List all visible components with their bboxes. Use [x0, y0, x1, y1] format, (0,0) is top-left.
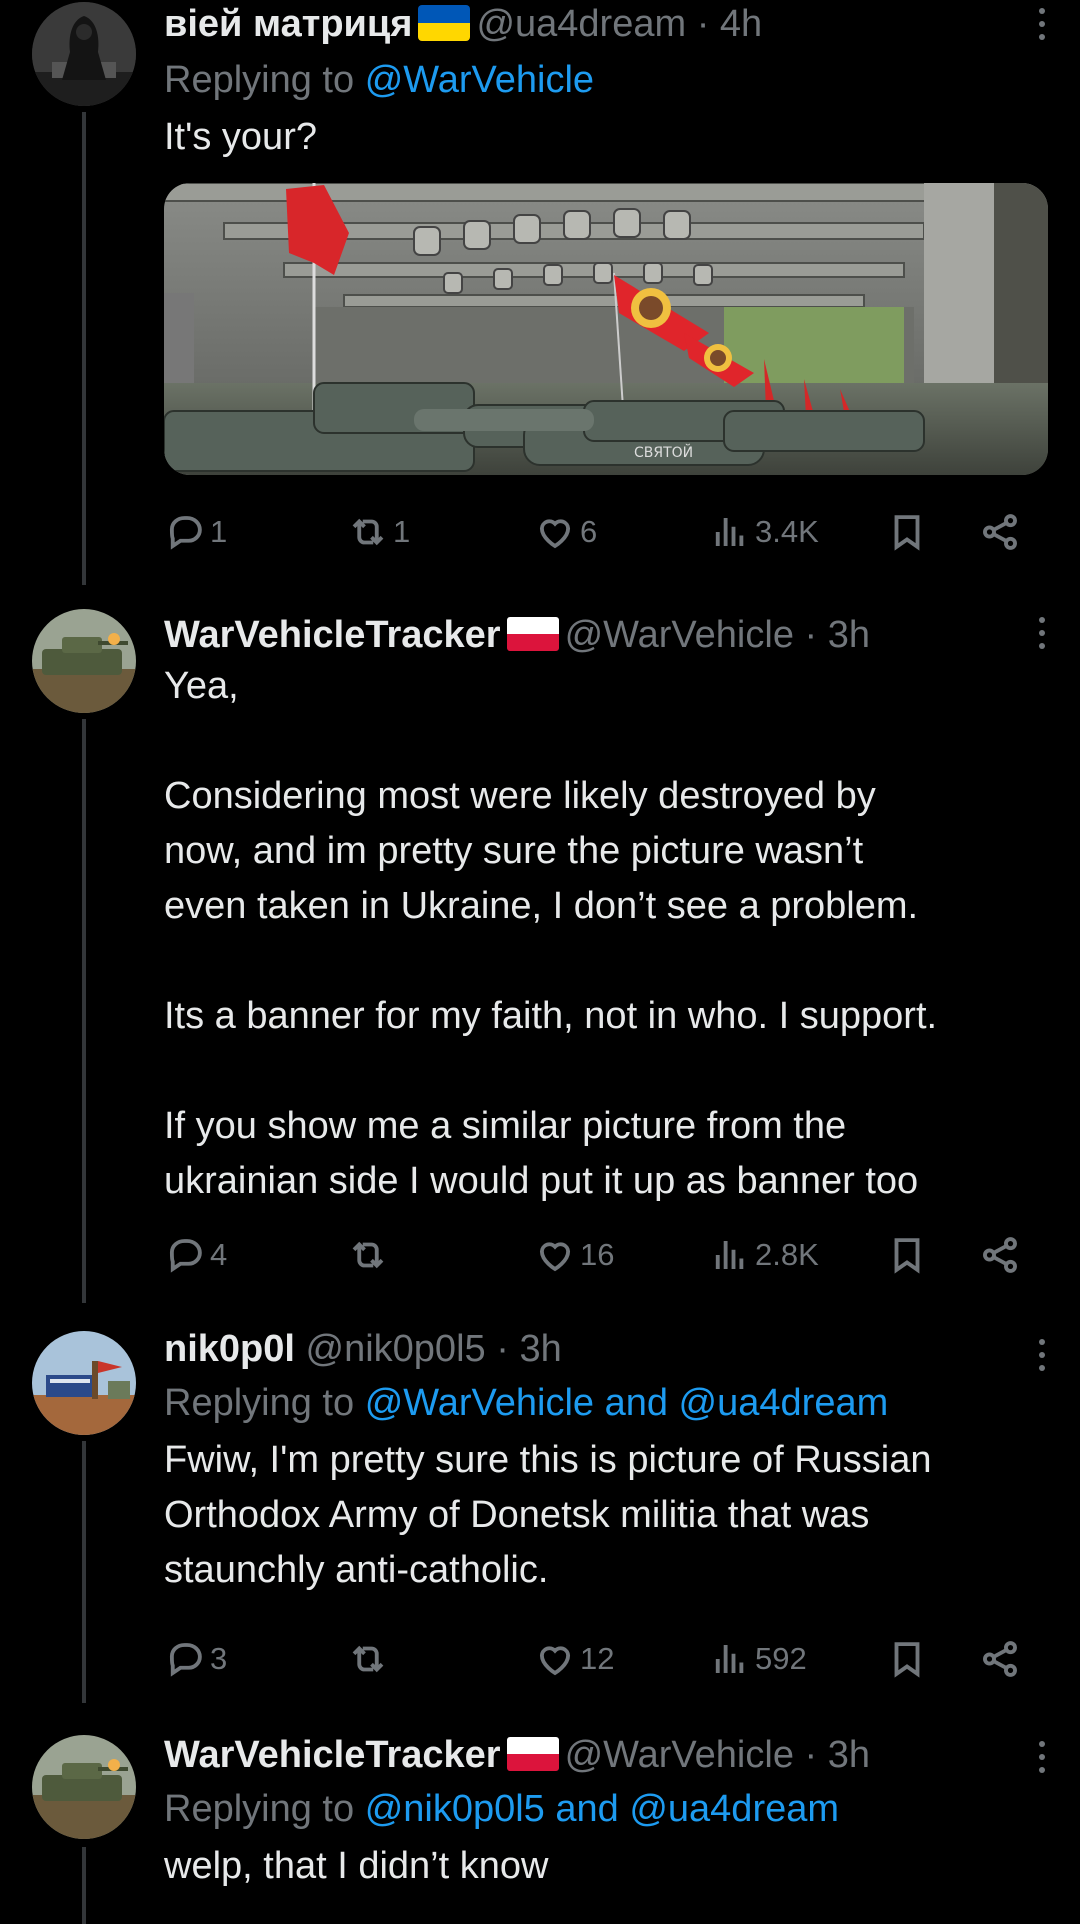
dot-separator: ·	[804, 614, 818, 656]
views-button[interactable]: 3.4K	[709, 507, 819, 557]
reply-button[interactable]: 1	[164, 507, 227, 557]
like-button[interactable]: 16	[534, 1230, 614, 1280]
tweet-text: Fwiw, I'm pretty sure this is picture of…	[164, 1439, 932, 1591]
display-name[interactable]: WarVehicleTracker	[164, 614, 501, 656]
dot-separator: ·	[804, 1734, 818, 1776]
handle[interactable]: @WarVehicle	[565, 1734, 794, 1776]
like-icon	[539, 1242, 571, 1272]
tweet-header: WarVehicleTracker @WarVehicle · 3h	[164, 611, 1050, 659]
replying-link[interactable]: @nik0p0l5 and @ua4dream	[365, 1788, 839, 1830]
action-bar	[164, 1336, 1050, 1386]
more-icon[interactable]	[1036, 617, 1048, 656]
like-button[interactable]: 6	[534, 507, 597, 557]
tweet-4[interactable]: WarVehicleTracker @WarVehicle · 3h Replyi…	[0, 1703, 1080, 1924]
share-icon	[983, 514, 1017, 550]
repost-button[interactable]: 1	[347, 507, 410, 557]
views-icon	[715, 1645, 744, 1673]
replying-prefix: Replying to	[164, 1788, 355, 1830]
repost-button[interactable]	[347, 1634, 393, 1684]
tweet-1[interactable]: віей матриця @ua4dream · 4h Replying to @…	[0, 0, 1080, 585]
poland-flag	[506, 617, 559, 651]
action-bar-row: 3 12 592	[164, 1634, 1050, 1684]
replying-to: Replying to @nik0p0l5 and @ua4dream	[164, 1781, 1050, 1837]
bookmark-button[interactable]	[886, 1230, 932, 1280]
repost-icon	[352, 1241, 384, 1269]
avatar[interactable]	[32, 609, 136, 713]
display-name[interactable]: віей матриця	[164, 3, 412, 45]
handle[interactable]: @ua4dream	[476, 3, 686, 45]
reply-button[interactable]: 4	[164, 1230, 227, 1280]
views-icon	[715, 518, 744, 546]
ukraine-flag	[418, 5, 471, 41]
action-bar: 1 1 6 3.4K	[164, 507, 1050, 557]
more-icon[interactable]	[1036, 1741, 1048, 1780]
reply-count: 4	[210, 1237, 228, 1272]
share-button[interactable]	[979, 507, 1025, 557]
action-bar: 4 16 2.8K	[164, 1230, 1050, 1280]
views-icon	[715, 1241, 744, 1269]
dot-separator: ·	[696, 3, 710, 45]
reply-button[interactable]: 3	[164, 1634, 227, 1684]
thread-line	[82, 1847, 86, 1924]
tank-sign-text: СВЯТОЙ	[634, 443, 693, 461]
bookmark-icon	[894, 515, 920, 551]
bookmark-icon	[894, 1238, 920, 1274]
replying-link[interactable]: @WarVehicle and @ua4dream	[365, 1382, 889, 1424]
tweet-2[interactable]: WarVehicleTracker @WarVehicle · 3h Yea, C…	[0, 585, 1080, 1303]
thread-line	[82, 1441, 86, 1703]
thread-line	[82, 112, 86, 585]
reply-icon	[169, 516, 202, 550]
replying-to: Replying to @WarVehicle	[164, 52, 1050, 108]
views-button[interactable]: 592	[709, 1634, 807, 1684]
like-icon	[539, 1646, 571, 1676]
thread-line	[82, 719, 86, 1303]
avatar[interactable]	[32, 1735, 136, 1839]
bookmark-button[interactable]	[886, 1634, 932, 1684]
views-count: 3.4K	[755, 514, 819, 549]
like-icon	[539, 519, 571, 549]
replying-link[interactable]: @WarVehicle	[365, 59, 594, 101]
like-count: 6	[580, 514, 598, 549]
handle[interactable]: @WarVehicle	[565, 614, 794, 656]
poland-flag	[506, 1737, 559, 1771]
tweet-text: welp, that I didn’t know	[164, 1845, 549, 1887]
avatar[interactable]	[32, 1331, 136, 1435]
more-icon[interactable]	[1036, 8, 1048, 47]
tweet-3[interactable]: nik0p0l @nik0p0l5 · 3h Replying to @WarV…	[0, 1303, 1080, 1703]
bookmark-icon	[894, 1642, 920, 1678]
share-icon	[983, 1641, 1017, 1677]
views-button[interactable]: 2.8K	[709, 1230, 819, 1280]
repost-icon	[352, 518, 384, 546]
like-count: 12	[580, 1641, 615, 1676]
reply-icon	[169, 1643, 202, 1677]
repost-icon	[352, 1645, 384, 1673]
display-name[interactable]: WarVehicleTracker	[164, 1734, 501, 1776]
views-count: 592	[755, 1641, 807, 1676]
avatar[interactable]	[32, 2, 136, 106]
tweet-image[interactable]: СВЯТОЙ	[164, 183, 1048, 475]
tweet-text: It's your?	[164, 116, 317, 158]
reply-count: 1	[210, 514, 228, 549]
reply-icon	[169, 1239, 202, 1273]
timestamp[interactable]: 3h	[828, 614, 870, 656]
like-count: 16	[580, 1237, 615, 1272]
bookmark-button[interactable]	[886, 507, 932, 557]
tweet-text: Yea, Considering most were likely destro…	[164, 665, 938, 1202]
repost-button[interactable]	[347, 1230, 393, 1280]
share-button[interactable]	[979, 1230, 1025, 1280]
replying-prefix: Replying to	[164, 59, 355, 101]
share-icon	[983, 1237, 1017, 1273]
tweet-header: WarVehicleTracker @WarVehicle · 3h	[164, 1731, 1050, 1779]
tweet-header: віей матриця @ua4dream · 4h	[164, 0, 1050, 48]
timestamp[interactable]: 3h	[828, 1734, 870, 1776]
reply-count: 3	[210, 1641, 228, 1676]
like-button[interactable]: 12	[534, 1634, 614, 1684]
share-button[interactable]	[979, 1634, 1025, 1684]
replying-prefix: Replying to	[164, 1382, 355, 1424]
timestamp[interactable]: 4h	[720, 3, 762, 45]
repost-count: 1	[393, 514, 411, 549]
views-count: 2.8K	[755, 1237, 819, 1272]
